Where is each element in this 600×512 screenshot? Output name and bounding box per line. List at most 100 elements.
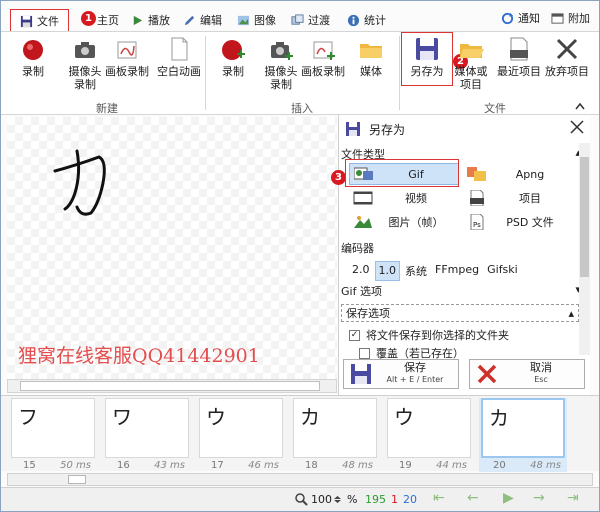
- ribbon: 录制 摄像头 录制 画板录制 空白动画 新建 录制 摄像头 录制 画板录制 媒体…: [1, 31, 599, 115]
- tab-home[interactable]: 主页: [97, 9, 119, 31]
- frame-canvas[interactable]: [7, 117, 337, 379]
- apng-icon: [467, 167, 486, 181]
- notify-button[interactable]: 通知: [501, 7, 540, 29]
- ribbon-tab-bar: 文件 1 主页 播放 编辑 图像 过渡 统计 通知 附加: [1, 5, 599, 33]
- cancel-button[interactable]: 取消 Esc: [469, 359, 585, 389]
- file-type-image-frames[interactable]: 图片（帧）: [349, 211, 459, 233]
- save-button[interactable]: 保存 Alt + E / Enter: [343, 359, 459, 389]
- tab-play[interactable]: 播放: [131, 9, 170, 31]
- insert-board-record-button[interactable]: 画板录制: [297, 36, 349, 78]
- spinner-icon[interactable]: [333, 495, 342, 504]
- scrollbar-thumb[interactable]: [20, 381, 320, 391]
- checkbox-unchecked[interactable]: [359, 347, 370, 359]
- save-options-header[interactable]: 保存选项 ▴: [341, 304, 579, 322]
- encoder-option-gifski[interactable]: Gifski: [484, 261, 521, 281]
- save-icon: [20, 15, 33, 27]
- recent-file-icon: [510, 37, 528, 61]
- close-panel-button[interactable]: [570, 119, 584, 138]
- media-or-project-button[interactable]: 媒体或 项目: [445, 36, 497, 91]
- status-bar: 100 % 195 1 20 ⇤ ← ▶ → ⇥: [1, 487, 599, 511]
- gif-highlight-box: [345, 159, 459, 187]
- cancel-label: 取消: [530, 361, 552, 374]
- file-type-video[interactable]: 视频: [349, 187, 459, 209]
- frame-item-selected[interactable]: カ 20 48 ms: [479, 398, 567, 472]
- file-type-psd[interactable]: Ps PSD 文件: [463, 211, 573, 233]
- frame-item[interactable]: ウ 19 44 ms: [385, 398, 473, 472]
- encoder-option-ffmpeg[interactable]: FFmpeg: [432, 261, 482, 281]
- attach-button[interactable]: 附加: [551, 7, 590, 29]
- first-frame-icon[interactable]: ⇤: [433, 490, 445, 506]
- encoder-option-system[interactable]: 系统: [402, 261, 430, 281]
- recent-projects-button[interactable]: 最近项目: [493, 36, 545, 78]
- refresh-icon: [501, 12, 514, 24]
- window-icon: [551, 12, 564, 24]
- save-to-folder-option[interactable]: ✓ 将文件保存到你选择的文件夹: [349, 327, 509, 343]
- collapse-ribbon-icon[interactable]: [575, 102, 585, 110]
- frame-number: 18: [305, 460, 318, 471]
- zoom-value[interactable]: 100: [311, 493, 332, 506]
- frame-number: 19: [399, 460, 412, 471]
- encoder-option-2-0[interactable]: 2.0: [349, 261, 373, 281]
- cancel-shortcut: Esc: [534, 375, 548, 384]
- insert-record-button[interactable]: 录制: [207, 36, 259, 78]
- group-divider: [399, 36, 400, 110]
- new-blank-animation-button[interactable]: 空白动画: [153, 36, 205, 78]
- notify-label: 通知: [518, 12, 540, 25]
- close-x-icon: [556, 38, 578, 60]
- group-label-insert: 插入: [291, 102, 313, 115]
- frame-item[interactable]: ウ 17 46 ms: [197, 398, 285, 472]
- gif-options-header[interactable]: Gif 选项 ▾: [341, 283, 581, 299]
- frame-number: 16: [117, 460, 130, 471]
- next-frame-icon[interactable]: →: [533, 490, 545, 506]
- insert-media-button[interactable]: 媒体: [345, 36, 397, 78]
- last-frame-icon[interactable]: ⇥: [567, 490, 579, 506]
- panel-vertical-scrollbar[interactable]: [579, 143, 590, 355]
- frame-strip-scrollbar[interactable]: [7, 473, 593, 486]
- type-label: 项目: [519, 192, 541, 205]
- new-board-record-button[interactable]: 画板录制: [101, 36, 153, 78]
- scrollbar-thumb[interactable]: [580, 157, 589, 277]
- file-type-project[interactable]: 项目: [463, 187, 573, 209]
- tab-transition[interactable]: 过渡: [291, 9, 330, 31]
- frame-item[interactable]: フ 15 50 ms: [9, 398, 97, 472]
- tab-stats[interactable]: 统计: [347, 9, 386, 31]
- previous-frame-icon[interactable]: ←: [467, 490, 479, 506]
- tab-label: 文件: [37, 15, 59, 28]
- open-folder-icon: [460, 44, 484, 58]
- button-label: 摄像头 录制: [264, 65, 298, 91]
- scrollbar-thumb[interactable]: [68, 475, 86, 484]
- frame-duration: 48 ms: [530, 460, 561, 471]
- checkbox-checked[interactable]: ✓: [349, 329, 360, 341]
- tab-label: 播放: [148, 14, 170, 27]
- tab-file[interactable]: 文件: [10, 9, 69, 33]
- file-type-apng[interactable]: Apng: [463, 163, 573, 185]
- frame-number: 17: [211, 460, 224, 471]
- frame-item[interactable]: カ 18 48 ms: [291, 398, 379, 472]
- button-label: 媒体或 项目: [454, 65, 488, 91]
- canvas-horizontal-scrollbar[interactable]: [7, 379, 337, 393]
- tab-image[interactable]: 图像: [237, 9, 276, 31]
- save-shortcut: Alt + E / Enter: [386, 375, 444, 384]
- type-label: 图片（帧）: [388, 216, 444, 229]
- new-record-button[interactable]: 录制: [7, 36, 59, 78]
- encoder-section-header: 编码器: [341, 240, 581, 256]
- button-label: 最近项目: [497, 65, 541, 78]
- frame-duration: 44 ms: [436, 460, 467, 471]
- encoder-option-1-0[interactable]: 1.0: [374, 261, 400, 281]
- record-icon: [23, 40, 43, 60]
- discard-project-button[interactable]: 放弃项目: [541, 36, 593, 78]
- tab-edit[interactable]: 编辑: [183, 9, 222, 31]
- cancel-button-text: 取消 Esc: [498, 362, 584, 386]
- info-icon: [347, 14, 360, 26]
- floppy-icon: [416, 38, 438, 60]
- image-icon: [237, 15, 250, 25]
- svg-text:Ps: Ps: [473, 221, 481, 229]
- annotation-badge-1: 1: [81, 11, 96, 26]
- frame-strip: フ 15 50 ms ワ 16 43 ms ウ 17 46 ms カ 18 48…: [1, 395, 599, 472]
- frame-item[interactable]: ワ 16 43 ms: [103, 398, 191, 472]
- annotation-badge-3: 3: [331, 170, 346, 185]
- frame-thumbnail: ウ: [387, 398, 471, 458]
- save-button-text: 保存 Alt + E / Enter: [372, 362, 458, 386]
- play-icon[interactable]: ▶: [503, 490, 514, 506]
- transition-icon: [291, 13, 304, 25]
